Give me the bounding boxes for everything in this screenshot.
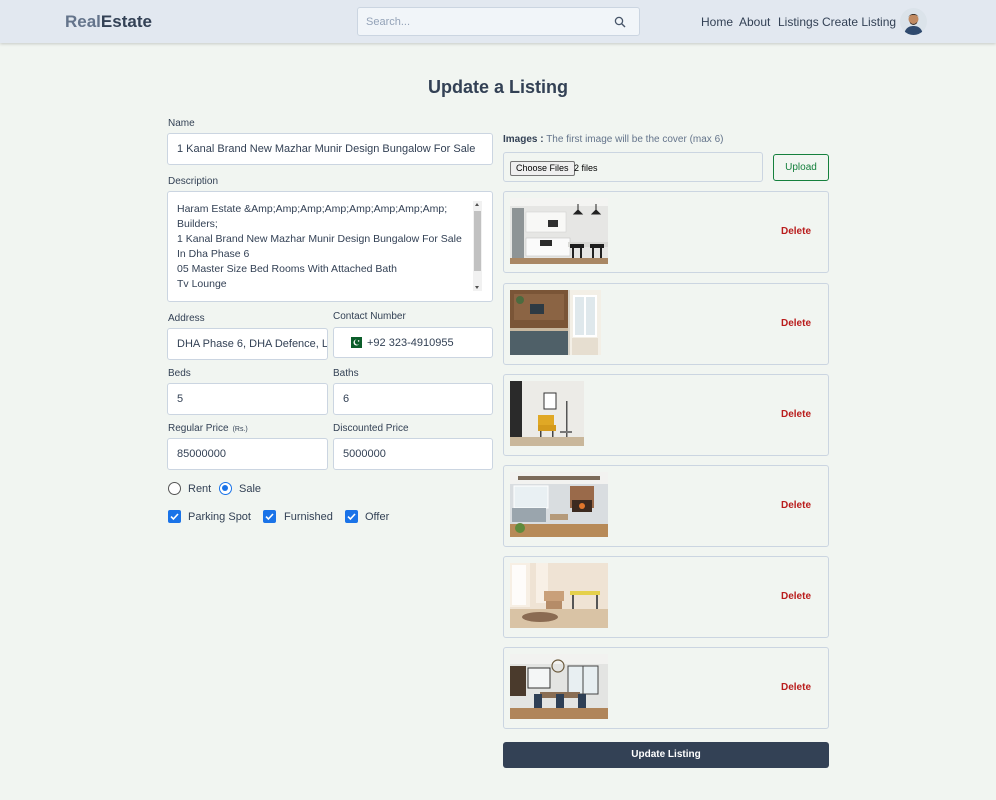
image-card: Delete bbox=[503, 283, 829, 365]
search-box bbox=[357, 7, 640, 36]
images-label: Images : The first image will be the cov… bbox=[503, 134, 723, 145]
update-listing-button[interactable]: Update Listing bbox=[503, 742, 829, 768]
delete-image-button[interactable]: Delete bbox=[781, 682, 811, 693]
site-logo[interactable]: RealEstate bbox=[65, 12, 152, 32]
image-card: Delete bbox=[503, 556, 829, 638]
delete-image-button[interactable]: Delete bbox=[781, 409, 811, 420]
furnished-checkbox[interactable] bbox=[263, 510, 276, 523]
regular-price-input[interactable]: 85000000 bbox=[167, 438, 328, 470]
scrollbar-thumb[interactable] bbox=[474, 211, 481, 271]
parking-spot-label[interactable]: Parking Spot bbox=[188, 511, 251, 523]
description-textarea[interactable]: Haram Estate &Amp;Amp;Amp;Amp;Amp;Amp;Am… bbox=[167, 191, 493, 302]
scroll-up-icon[interactable] bbox=[475, 203, 479, 206]
logo-part-real: Real bbox=[65, 12, 101, 31]
scroll-down-icon[interactable] bbox=[475, 286, 479, 289]
delete-image-button[interactable]: Delete bbox=[781, 591, 811, 602]
sale-radio[interactable] bbox=[219, 482, 232, 495]
living-room-fireplace-image bbox=[510, 472, 608, 537]
delete-image-button[interactable]: Delete bbox=[781, 226, 811, 237]
image-card: Delete bbox=[503, 465, 829, 547]
page-title: Update a Listing bbox=[427, 77, 568, 97]
offer-checkbox[interactable] bbox=[345, 510, 358, 523]
beds-input[interactable]: 5 bbox=[167, 383, 328, 415]
site-header: RealEstate Home About Listings Create Li… bbox=[0, 0, 996, 43]
sale-label[interactable]: Sale bbox=[239, 483, 261, 495]
regular-price-text: Regular Price bbox=[168, 423, 229, 434]
nav-about[interactable]: About bbox=[739, 15, 770, 29]
name-label: Name bbox=[168, 118, 195, 129]
contact-label: Contact Number bbox=[333, 311, 406, 322]
nav-create-listing[interactable]: Create Listing bbox=[822, 15, 896, 29]
image-card: Delete bbox=[503, 191, 829, 273]
address-label: Address bbox=[168, 313, 205, 324]
parking-spot-checkbox[interactable] bbox=[168, 510, 181, 523]
choose-files-button[interactable]: Choose Files bbox=[510, 161, 575, 176]
rent-label[interactable]: Rent bbox=[188, 483, 211, 495]
delete-image-button[interactable]: Delete bbox=[781, 318, 811, 329]
image-card: Delete bbox=[503, 374, 829, 456]
search-input[interactable] bbox=[366, 13, 606, 31]
images-title: Images : bbox=[503, 134, 544, 145]
furnished-label[interactable]: Furnished bbox=[284, 511, 333, 523]
nav-listings[interactable]: Listings bbox=[778, 15, 819, 29]
nav-home[interactable]: Home bbox=[701, 15, 733, 29]
rent-radio[interactable] bbox=[168, 482, 181, 495]
avatar[interactable] bbox=[900, 8, 927, 35]
kitchen-image bbox=[510, 198, 608, 264]
name-input[interactable]: 1 Kanal Brand New Mazhar Munir Design Bu… bbox=[167, 133, 493, 165]
sunlit-study-image bbox=[510, 563, 608, 628]
baths-label: Baths bbox=[333, 368, 359, 379]
beds-label: Beds bbox=[168, 368, 191, 379]
discounted-price-label: Discounted Price bbox=[333, 423, 409, 434]
contact-number-value: +92 323-4910955 bbox=[367, 337, 454, 349]
discounted-price-input[interactable]: 5000000 bbox=[333, 438, 493, 470]
baths-input[interactable]: 6 bbox=[333, 383, 493, 415]
regular-price-unit: (Rs.) bbox=[232, 426, 248, 433]
description-scrollbar[interactable] bbox=[473, 201, 482, 291]
delete-image-button[interactable]: Delete bbox=[781, 500, 811, 511]
pakistan-flag-icon[interactable] bbox=[347, 337, 362, 348]
contact-input[interactable]: +92 323-4910955 bbox=[333, 327, 493, 358]
images-note: The first image will be the cover (max 6… bbox=[546, 134, 724, 145]
file-input[interactable]: Choose Files 2 files bbox=[503, 152, 763, 182]
description-label: Description bbox=[168, 176, 219, 187]
regular-price-label: Regular Price (Rs.) bbox=[168, 423, 248, 434]
reading-corner-image bbox=[510, 381, 584, 446]
offer-label[interactable]: Offer bbox=[365, 511, 389, 523]
search-icon[interactable] bbox=[614, 16, 626, 28]
files-selected-count: 2 files bbox=[574, 163, 598, 173]
logo-part-estate: Estate bbox=[100, 12, 152, 31]
dining-room-image bbox=[510, 654, 608, 719]
image-card: Delete bbox=[503, 647, 829, 729]
home-office-image bbox=[510, 290, 601, 355]
upload-button[interactable]: Upload bbox=[773, 154, 829, 181]
address-input[interactable]: DHA Phase 6, DHA Defence, La bbox=[167, 328, 328, 360]
